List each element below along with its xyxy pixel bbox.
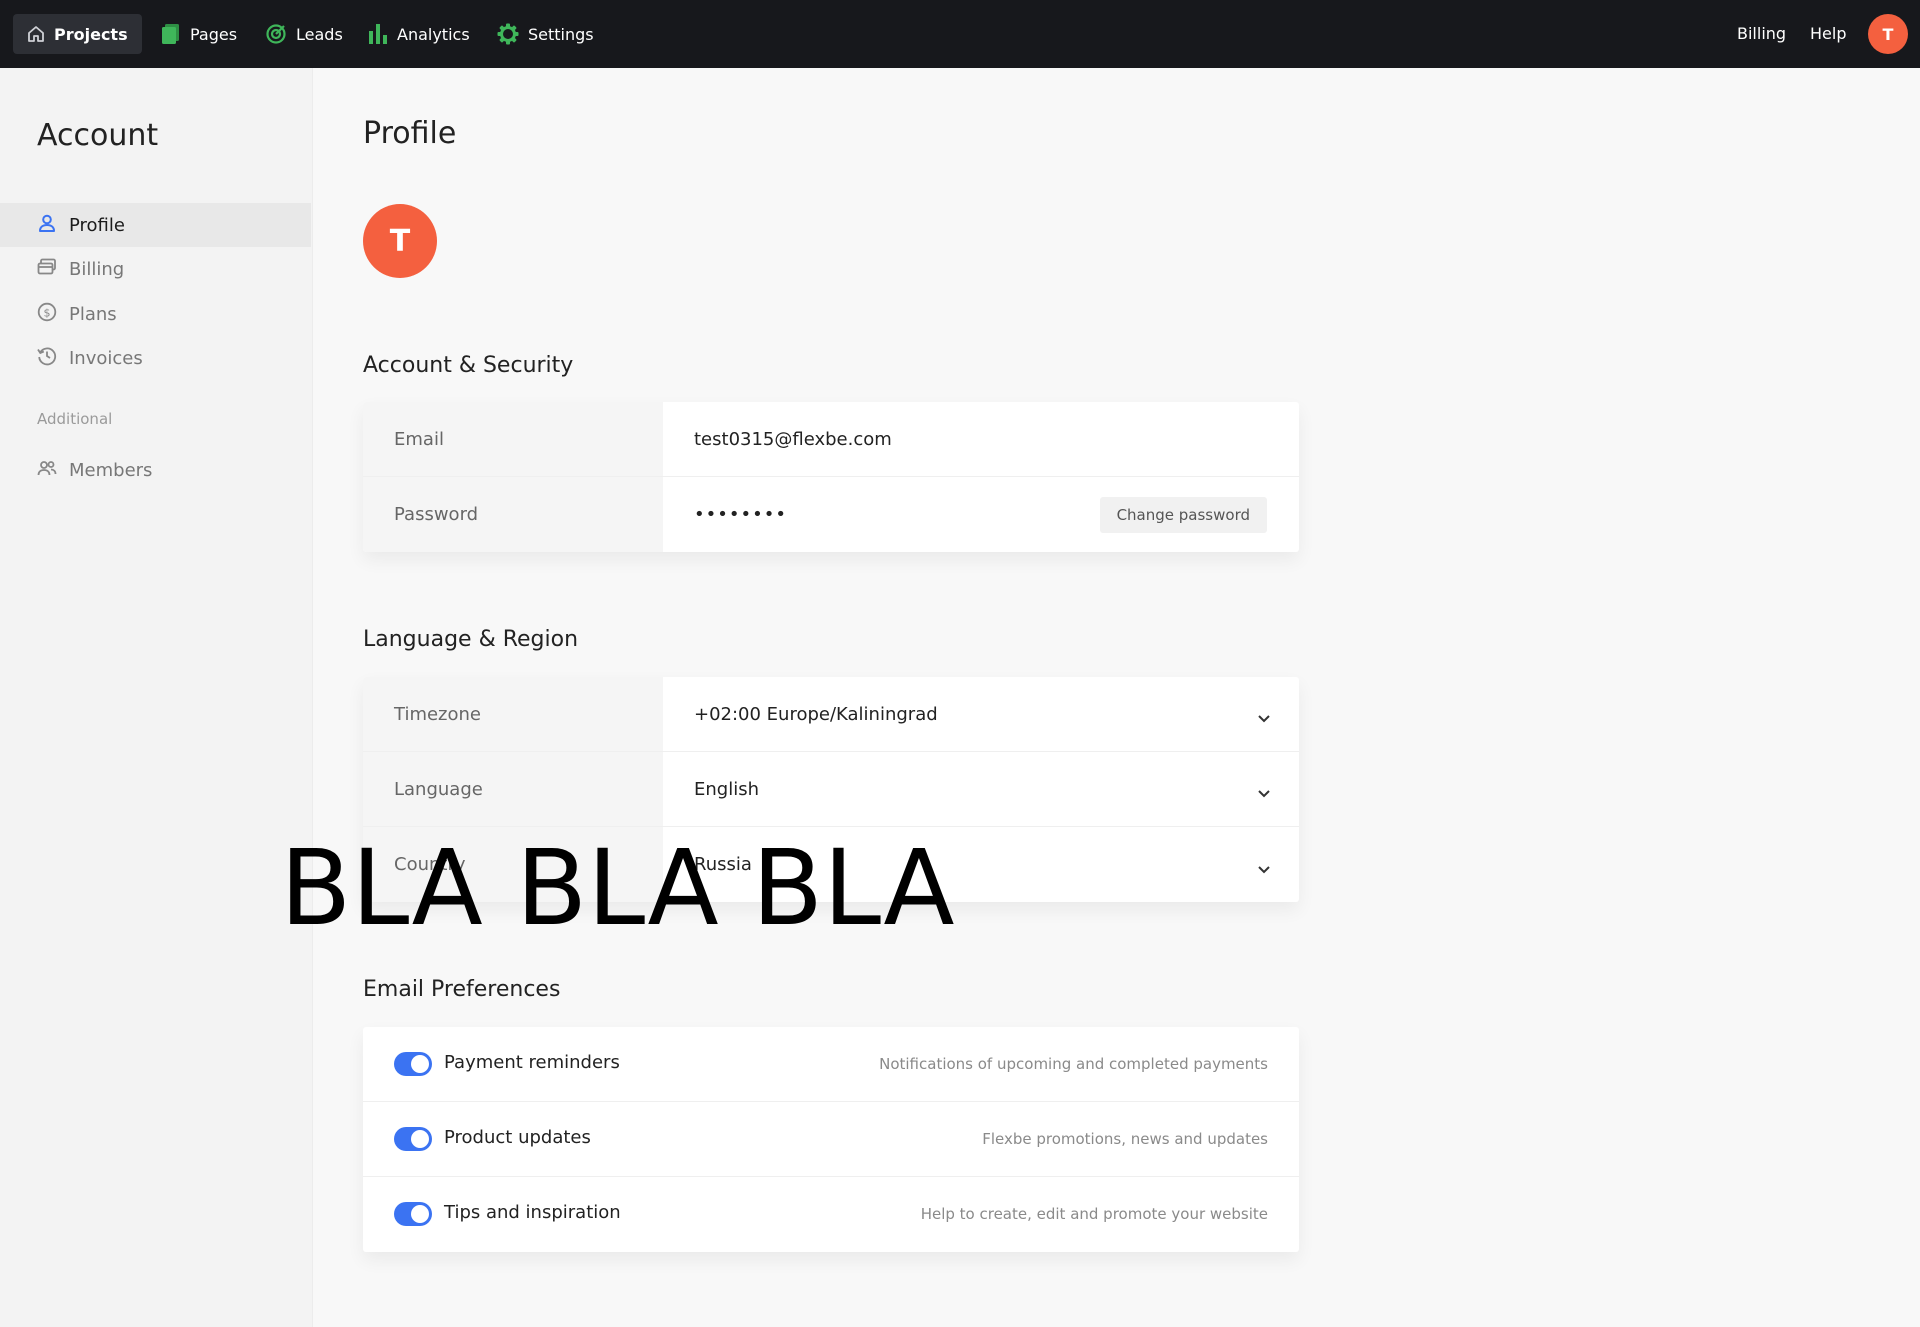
language-value: English [694,778,759,800]
user-avatar[interactable]: T [1868,14,1908,54]
pref-row-product-updates: Product updates Flexbe promotions, news … [363,1102,1299,1177]
top-billing-link[interactable]: Billing [1737,24,1786,43]
chevron-down-icon [1257,783,1271,804]
home-icon [27,25,45,43]
email-prefs-card: Payment reminders Notifications of upcom… [363,1027,1299,1252]
sidebar-item-label: Profile [69,214,125,236]
sidebar-item-plans[interactable]: $ Plans [0,292,311,336]
region-card: Timezone +02:00 Europe/Kaliningrad Langu… [363,677,1299,902]
password-label: Password [363,477,663,552]
timezone-value: +02:00 Europe/Kaliningrad [694,703,938,725]
nav-settings-label: Settings [528,24,594,44]
nav-leads[interactable]: Leads [251,14,357,54]
pref-description: Notifications of upcoming and completed … [879,1055,1268,1073]
card-icon [37,257,57,282]
country-label: Country [363,827,663,902]
pref-row-tips-inspiration: Tips and inspiration Help to create, edi… [363,1177,1299,1252]
sidebar-item-billing[interactable]: Billing [0,247,311,291]
toggle-knob [411,1205,429,1223]
nav-analytics-label: Analytics [397,24,470,44]
dollar-icon: $ [37,302,57,327]
change-password-button[interactable]: Change password [1099,497,1267,533]
sidebar-item-profile[interactable]: Profile [0,203,311,247]
email-label: Email [363,402,663,476]
timezone-row: Timezone +02:00 Europe/Kaliningrad [363,677,1299,752]
users-icon [37,458,57,483]
svg-text:$: $ [44,306,51,319]
nav-projects[interactable]: Projects [13,14,142,54]
sidebar-title: Account [37,118,159,153]
sidebar-item-invoices[interactable]: Invoices [0,336,311,380]
nav-analytics[interactable]: Analytics [354,14,484,54]
user-icon [37,213,57,238]
language-label: Language [363,752,663,826]
pref-label: Product updates [444,1127,591,1148]
payment-reminders-toggle[interactable] [394,1052,432,1076]
sidebar-item-label: Invoices [69,347,143,369]
chevron-down-icon [1257,708,1271,729]
email-row: Email test0315@flexbe.com [363,402,1299,477]
section-title-email-prefs: Email Preferences [363,977,561,1002]
sidebar-item-members[interactable]: Members [0,448,311,492]
pages-icon [161,23,181,45]
toggle-knob [411,1055,429,1073]
security-card: Email test0315@flexbe.com Password •••••… [363,402,1299,552]
nav-settings[interactable]: Settings [483,14,608,54]
country-value: Russia [694,854,752,875]
section-title-security: Account & Security [363,353,574,378]
timezone-label: Timezone [363,677,663,751]
bar-chart-icon [368,23,388,45]
top-help-link[interactable]: Help [1810,24,1846,43]
target-icon [265,23,287,45]
gear-icon [497,23,519,45]
nav-pages-label: Pages [190,24,238,44]
nav-pages[interactable]: Pages [147,14,251,54]
timezone-select[interactable]: +02:00 Europe/Kaliningrad [663,677,1299,751]
sidebar-item-label: Billing [69,258,125,280]
pref-description: Flexbe promotions, news and updates [982,1130,1268,1148]
nav-leads-label: Leads [296,24,343,44]
tips-inspiration-toggle[interactable] [394,1202,432,1226]
top-navbar: Projects Pages Leads Analytics Settings … [0,0,1920,68]
sidebar-item-label: Members [69,459,153,481]
history-icon [37,346,57,371]
section-title-region: Language & Region [363,627,579,652]
country-row: Country Russia [363,827,1299,902]
language-select[interactable]: English [663,752,1299,826]
pref-label: Payment reminders [444,1052,620,1073]
profile-avatar[interactable]: T [363,204,437,278]
pref-description: Help to create, edit and promote your we… [920,1205,1268,1223]
sidebar-item-label: Plans [69,303,117,325]
password-value: •••••••• [694,504,787,525]
language-row: Language English [363,752,1299,827]
country-select[interactable]: Russia [663,827,1299,902]
password-row: Password •••••••• Change password [363,477,1299,552]
toggle-knob [411,1130,429,1148]
sidebar-section-additional: Additional [37,410,113,428]
page-title: Profile [363,116,457,151]
email-field[interactable]: test0315@flexbe.com [663,402,1299,476]
pref-row-payment-reminders: Payment reminders Notifications of upcom… [363,1027,1299,1102]
nav-projects-label: Projects [54,24,128,44]
password-field: •••••••• Change password [663,477,1299,552]
pref-label: Tips and inspiration [444,1202,621,1223]
product-updates-toggle[interactable] [394,1127,432,1151]
chevron-down-icon [1257,859,1271,880]
account-sidebar: Account Profile Billing $ Plans Invoices… [0,68,313,1327]
